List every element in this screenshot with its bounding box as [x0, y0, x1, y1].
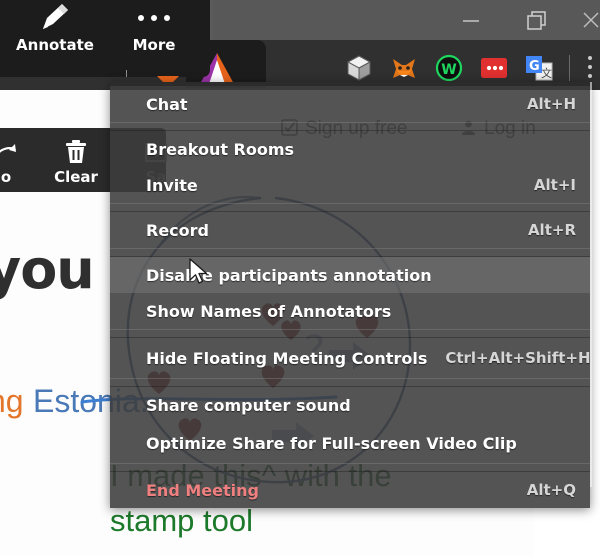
- menu-item-label: Disable participants annotation: [146, 265, 432, 285]
- menu-item-breakout-rooms[interactable]: Breakout Rooms: [110, 131, 590, 167]
- menu-item-label: Share computer sound: [146, 395, 351, 415]
- menu-item-show-names-of-annotators[interactable]: Show Names of Annotators: [110, 293, 590, 329]
- more-label: More: [132, 36, 176, 54]
- svg-text:W: W: [441, 62, 456, 78]
- menu-item-label: Invite: [146, 175, 198, 195]
- screen-root: you ng Estonia. I made this^ with the st…: [0, 0, 600, 556]
- cube-extension-icon[interactable]: [345, 54, 373, 82]
- clear-label: Clear: [54, 168, 98, 186]
- menu-item-end-meeting[interactable]: End Meeting Alt+Q: [110, 472, 590, 508]
- menu-item-shortcut: Alt+Q: [526, 481, 576, 499]
- menu-item-label: End Meeting: [146, 480, 259, 500]
- menu-item-shortcut: Alt+R: [527, 221, 576, 239]
- google-translate-extension-icon[interactable]: 文 G: [525, 54, 553, 82]
- menu-separator: [110, 329, 590, 338]
- window-restore-button[interactable]: [514, 0, 560, 40]
- minimize-icon: [463, 20, 479, 22]
- restore-icon: [527, 11, 546, 30]
- dots-icon: [481, 58, 507, 78]
- fox-icon: [393, 59, 415, 78]
- toolbar-tick-mark: [126, 70, 127, 77]
- menu-item-optimize-share-for-full-screen-video-clip[interactable]: Optimize Share for Full-screen Video Cli…: [110, 423, 590, 463]
- menu-right-edge: [590, 82, 592, 487]
- menu-item-label: Chat: [146, 94, 188, 114]
- pencil-icon: [0, 0, 110, 36]
- cube-icon: [346, 55, 372, 81]
- menu-item-label: Breakout Rooms: [146, 139, 295, 159]
- menu-item-list: Chat Alt+H Breakout Rooms Invite Alt+I Record…: [110, 86, 591, 508]
- stamp-caption-line2: stamp tool: [110, 503, 254, 538]
- menu-item-shortcut: Alt+I: [533, 176, 576, 194]
- toolbar-divider: [569, 55, 570, 81]
- menu-separator: [110, 203, 590, 212]
- metamask-extension-icon[interactable]: [390, 54, 418, 82]
- trash-icon: [36, 136, 116, 168]
- menu-item-label: Record: [146, 220, 209, 240]
- annotate-label: Annotate: [16, 36, 94, 54]
- menu-separator: [110, 378, 590, 387]
- more-dropdown-menu: Chat Alt+H Breakout Rooms Invite Alt+I Record…: [110, 82, 591, 508]
- menu-separator: [110, 122, 590, 131]
- menu-item-hide-floating-meeting-controls[interactable]: Hide Floating Meeting Controls Ctrl+Alt+S…: [110, 338, 591, 378]
- wallet-w-extension-icon[interactable]: W: [435, 54, 463, 82]
- zoom-annotate-toolbar: Annotate More: [0, 0, 210, 77]
- translate-icon: 文 G: [526, 56, 553, 81]
- kebab-menu-icon[interactable]: [588, 56, 592, 80]
- svg-text:文: 文: [541, 66, 552, 80]
- menu-separator: [110, 248, 590, 257]
- menu-item-share-computer-sound[interactable]: Share computer sound: [110, 387, 590, 423]
- ellipsis-icon: [110, 0, 198, 36]
- menu-item-shortcut: Ctrl+Alt+Shift+H: [445, 349, 591, 367]
- redo-icon: [0, 136, 36, 168]
- menu-separator: [110, 463, 590, 472]
- clear-button[interactable]: Clear: [36, 136, 116, 186]
- window-close-button[interactable]: [578, 0, 600, 40]
- red-dots-extension-icon[interactable]: [480, 54, 508, 82]
- menu-item-label: Show Names of Annotators: [146, 301, 392, 321]
- redo-button[interactable]: o: [0, 136, 36, 186]
- menu-item-disable-participants-annotation[interactable]: Disable participants annotation: [110, 257, 590, 293]
- annotate-button[interactable]: Annotate: [0, 0, 110, 54]
- menu-item-label: Optimize Share for Full-screen Video Cli…: [146, 433, 517, 453]
- svg-text:G: G: [529, 59, 540, 74]
- menu-item-label: Hide Floating Meeting Controls: [146, 348, 428, 368]
- menu-item-chat[interactable]: Chat Alt+H: [110, 86, 590, 122]
- close-icon: [583, 12, 599, 28]
- redo-label: o: [0, 168, 12, 186]
- window-minimize-button[interactable]: [448, 0, 494, 40]
- page-heading-fragment: you: [0, 238, 95, 301]
- menu-item-record[interactable]: Record Alt+R: [110, 212, 590, 248]
- page-text-orange: ng: [0, 383, 24, 419]
- menu-item-invite[interactable]: Invite Alt+I: [110, 167, 590, 203]
- w-circle-icon: W: [435, 54, 463, 82]
- more-button[interactable]: More: [110, 0, 198, 54]
- mouse-cursor: [189, 258, 208, 284]
- menu-item-shortcut: Alt+H: [526, 95, 576, 113]
